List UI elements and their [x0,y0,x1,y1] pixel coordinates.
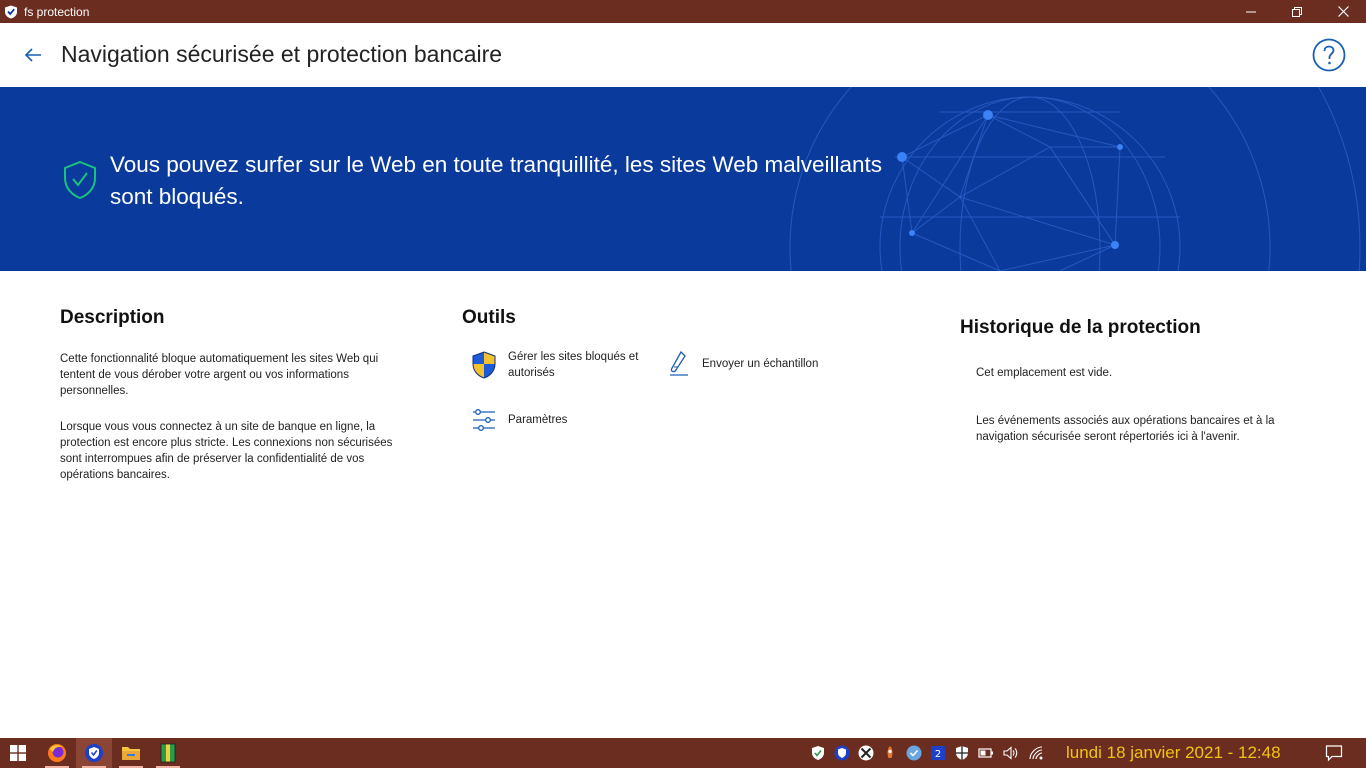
uac-shield-icon [469,350,499,380]
windows-start-icon [10,745,26,761]
status-message: Vous pouvez surfer sur le Web en toute t… [110,152,883,209]
close-button[interactable] [1320,0,1366,23]
restore-button[interactable] [1274,0,1320,23]
manage-sites-link[interactable]: Gérer les sites bloqués et autorisés [469,349,659,381]
help-button[interactable] [1312,38,1346,72]
title-bar: fs protection [0,0,1366,23]
wifi-icon[interactable] [1028,745,1044,761]
tools-title: Outils [462,307,516,328]
description-paragraph-2: Lorsque vous vous connectez à un site de… [60,421,393,481]
taskbar-fs-protection[interactable] [76,738,112,768]
notification-button[interactable] [1316,738,1352,768]
shield-check-icon [64,160,96,200]
taskbar: 2 lundi 18 janvier 2021 - 12:48 [0,738,1366,768]
send-sample-label: Envoyer un échantillon [702,358,819,370]
help-icon [1312,38,1346,72]
fs-protection-icon [85,744,103,762]
description-title: Description [60,307,165,328]
xbox-tray-icon[interactable] [858,745,874,761]
description-paragraph-1: Cette fonctionnalité bloque automatiquem… [60,353,379,397]
shield-tray-icon[interactable] [810,745,826,761]
battery-icon[interactable] [978,745,994,761]
manage-sites-label: Gérer les sites bloqués et autorisés [508,351,639,379]
history-empty-text: Cet emplacement est vide. [976,367,1113,379]
window-title: fs protection [24,4,90,19]
firefox-icon [48,744,66,762]
taskbar-clock[interactable]: lundi 18 janvier 2021 - 12:48 [1066,743,1281,763]
taskbar-firefox[interactable] [39,738,75,768]
file-explorer-icon [122,747,140,760]
fs-protection-icon [5,5,17,18]
page-title: Navigation sécurisée et protection banca… [61,41,503,67]
page-header: Navigation sécurisée et protection banca… [0,23,1366,87]
sample-tube-icon [664,349,694,379]
settings-label: Paramètres [508,414,568,426]
svg-text:2: 2 [935,749,941,760]
numbered-tray-icon[interactable]: 2 [930,745,946,761]
close-icon [1337,6,1349,17]
security-tray-icon[interactable] [954,745,970,761]
history-title: Historique de la protection [960,317,1201,338]
history-info-text: Les événements associés aux opérations b… [976,415,1275,443]
sliders-icon [469,405,499,435]
send-sample-link[interactable]: Envoyer un échantillon [664,349,864,379]
back-button[interactable] [22,44,44,66]
rocket-tray-icon[interactable] [882,745,898,761]
start-button[interactable] [0,738,36,768]
restore-icon [1292,6,1302,17]
check-tray-icon[interactable] [906,745,922,761]
volume-icon[interactable] [1002,745,1018,761]
taskbar-file-explorer[interactable] [113,738,149,768]
notification-icon [1325,745,1343,762]
back-arrow-icon [24,48,41,62]
minimize-icon [1246,11,1256,12]
status-banner: Vous pouvez surfer sur le Web en toute t… [0,87,1366,271]
notepad-icon [160,743,176,763]
settings-link[interactable]: Paramètres [469,405,619,435]
fs-tray-icon[interactable] [834,745,850,761]
minimize-button[interactable] [1228,0,1274,23]
taskbar-notepad[interactable] [150,738,186,768]
